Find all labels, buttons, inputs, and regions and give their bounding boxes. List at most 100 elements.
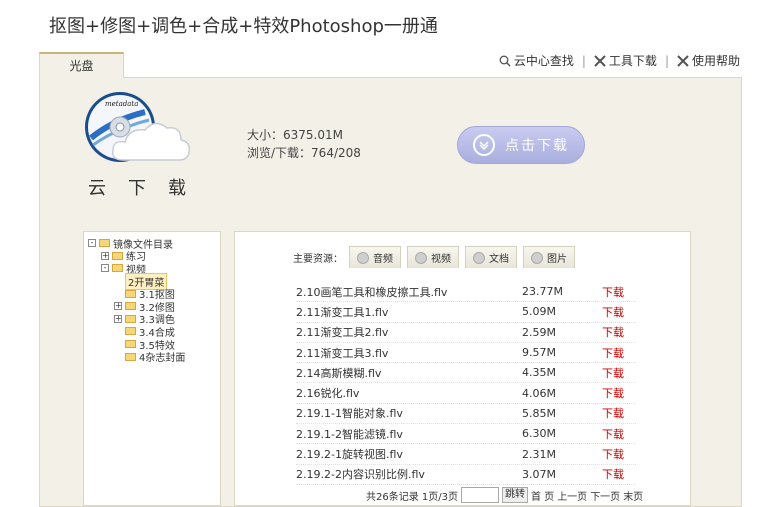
table-row: 2.11渐变工具1.flv 5.09M 下载: [296, 302, 636, 323]
folder-icon: [125, 314, 136, 323]
tools-download-label: 工具下载: [608, 54, 657, 68]
tree-node-label: 4杂志封面: [139, 353, 186, 365]
pagination: 共26条记录 1页/3页 跳转 首 页 上一页 下一页 末页: [366, 487, 643, 503]
folder-icon: [112, 251, 123, 260]
cloud-search-link[interactable]: 云中心查找: [499, 52, 574, 69]
file-size-cell: 9.57M: [522, 346, 556, 360]
file-size-cell: 5.85M: [522, 406, 556, 420]
disc-icon: [357, 251, 369, 264]
download-link[interactable]: 下载: [602, 426, 624, 442]
file-size-cell: 23.77M: [522, 285, 563, 299]
download-link[interactable]: 下载: [602, 304, 624, 320]
folder-icon: [125, 289, 136, 298]
tree-node[interactable]: - 镜像文件目录: [84, 237, 220, 251]
download-link[interactable]: 下载: [602, 345, 624, 361]
top-links: 云中心查找 | 工具下载 | 使用帮助: [499, 52, 740, 69]
file-size-cell: 4.06M: [522, 386, 556, 400]
table-row: 2.10画笔工具和橡皮擦工具.flv 23.77M 下载: [296, 282, 636, 303]
prev-page-link[interactable]: 上一页: [557, 488, 587, 503]
tab-disc[interactable]: 光盘: [39, 52, 124, 78]
tree-node[interactable]: 4杂志封面: [84, 350, 220, 365]
download-link[interactable]: 下载: [602, 466, 624, 482]
file-size-cell: 5.09M: [522, 305, 556, 319]
tab-video[interactable]: 视频: [407, 246, 459, 268]
file-name[interactable]: 2.19.1-2智能滤镜.flv: [296, 426, 522, 442]
file-name[interactable]: 2.19.1-1智能对象.flv: [296, 405, 522, 421]
cloud-disc-logo: metadata: [85, 92, 191, 162]
directory-tree: - 镜像文件目录 + 练习 - 视频 2开胃菜 3.1抠图 +3.2修图 +3.3调色…: [83, 231, 221, 506]
download-link[interactable]: 下载: [602, 405, 624, 421]
jump-button[interactable]: 跳转: [502, 487, 528, 503]
file-name[interactable]: 2.10画笔工具和橡皮擦工具.flv: [296, 284, 522, 300]
table-row: 2.19.1-2智能滤镜.flv 6.30M 下载: [296, 424, 636, 445]
file-name[interactable]: 2.14高斯模糊.flv: [296, 365, 522, 381]
view-download-count: 浏览/下载：764/208: [247, 146, 361, 160]
file-name[interactable]: 2.19.2-2内容识别比例.flv: [296, 466, 522, 482]
file-meta: 大小：6375.01M 浏览/下载：764/208: [247, 126, 361, 162]
download-link[interactable]: 下载: [602, 446, 624, 462]
download-button-label: 点击下载: [505, 138, 569, 154]
page-title: 抠图+修图+调色+合成+特效Photoshop一册通: [49, 16, 438, 37]
download-link[interactable]: 下载: [602, 385, 624, 401]
download-link[interactable]: 下载: [602, 365, 624, 381]
tab-document[interactable]: 文档: [465, 246, 517, 268]
resource-tabs: 主要资源： 音频 视频 文档 图片: [293, 246, 575, 268]
file-size-cell: 6.30M: [522, 427, 556, 441]
expand-toggle[interactable]: +: [114, 314, 122, 323]
expand-toggle[interactable]: +: [101, 251, 109, 260]
folder-icon: [99, 239, 110, 248]
disc-icon: [531, 251, 543, 264]
resource-label: 主要资源：: [293, 253, 343, 265]
record-summary: 共26条记录 1页/3页: [366, 491, 458, 503]
file-size-cell: 2.31M: [522, 447, 556, 461]
file-list-panel: 主要资源： 音频 视频 文档 图片 2.10画笔工具和橡皮擦工具.flv 23.7…: [234, 231, 691, 506]
folder-icon: [112, 264, 123, 273]
file-table: 2.10画笔工具和橡皮擦工具.flv 23.77M 下载 2.11渐变工具1.flv…: [296, 282, 636, 485]
download-button[interactable]: 点击下载: [457, 126, 585, 164]
disc-icon: [473, 251, 485, 264]
help-icon: [677, 54, 689, 67]
file-size-cell: 3.07M: [522, 467, 556, 481]
last-page-link[interactable]: 末页: [623, 488, 643, 503]
logo-text: metadata: [105, 100, 138, 108]
tab-image[interactable]: 图片: [523, 246, 575, 268]
collapse-toggle[interactable]: -: [101, 264, 109, 273]
first-page-link[interactable]: 首 页: [531, 488, 554, 503]
divider: |: [581, 53, 586, 68]
folder-icon: [125, 302, 136, 311]
download-link[interactable]: 下载: [602, 284, 624, 300]
expand-toggle[interactable]: +: [114, 302, 122, 311]
next-page-link[interactable]: 下一页: [590, 488, 620, 503]
disc-icon: [415, 251, 427, 264]
table-row: 2.19.2-2内容识别比例.flv 3.07M 下载: [296, 465, 636, 485]
tab-label: 音频: [373, 254, 393, 265]
folder-icon: [125, 352, 136, 361]
file-size: 大小：6375.01M: [247, 128, 343, 142]
file-name[interactable]: 2.11渐变工具1.flv: [296, 304, 522, 320]
folder-icon: [125, 340, 136, 349]
table-row: 2.11渐变工具3.flv 9.57M 下载: [296, 343, 636, 364]
table-row: 2.16锐化.flv 4.06M 下载: [296, 383, 636, 404]
page-number-input[interactable]: [461, 487, 499, 503]
tab-label: 视频: [431, 254, 451, 265]
table-row: 2.11渐变工具2.flv 2.59M 下载: [296, 323, 636, 343]
file-name[interactable]: 2.16锐化.flv: [296, 385, 522, 401]
tab-label: 文档: [489, 254, 509, 265]
table-row: 2.19.2-1旋转视图.flv 2.31M 下载: [296, 444, 636, 465]
collapse-toggle[interactable]: -: [88, 239, 96, 248]
download-link[interactable]: 下载: [602, 324, 624, 340]
file-size-cell: 2.59M: [522, 325, 556, 339]
folder-icon: [125, 327, 136, 336]
table-row: 2.19.1-1智能对象.flv 5.85M 下载: [296, 404, 636, 425]
tab-audio[interactable]: 音频: [349, 246, 401, 268]
tools-download-link[interactable]: 工具下载: [594, 52, 657, 69]
help-link[interactable]: 使用帮助: [677, 52, 740, 69]
search-icon: [499, 55, 511, 67]
table-row: 2.14高斯模糊.flv 4.35M 下载: [296, 363, 636, 384]
file-name[interactable]: 2.11渐变工具2.flv: [296, 324, 522, 340]
file-name[interactable]: 2.11渐变工具3.flv: [296, 345, 522, 361]
tree-node[interactable]: + 练习: [84, 250, 220, 263]
tab-label: 图片: [547, 254, 567, 265]
file-name[interactable]: 2.19.2-1旋转视图.flv: [296, 446, 522, 462]
divider: |: [664, 53, 669, 68]
